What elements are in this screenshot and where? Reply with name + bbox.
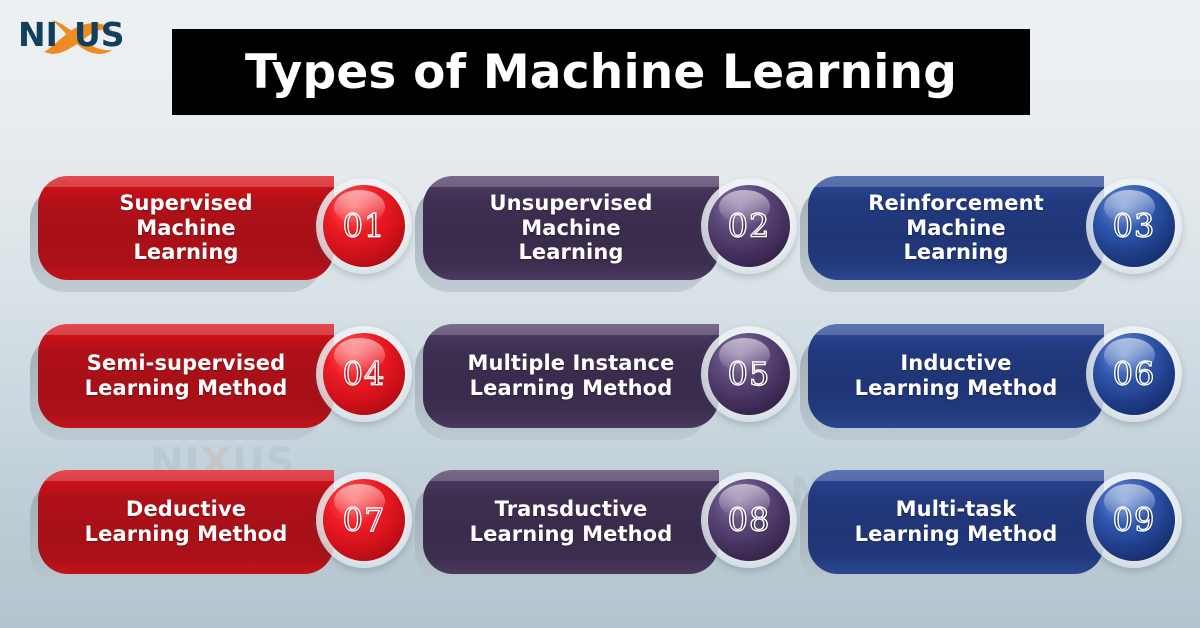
card-09[interactable]: Multi-task Learning Method 09 <box>800 466 1182 594</box>
badge-circle: 03 <box>1093 185 1175 267</box>
card-03[interactable]: Reinforcement Machine Learning 03 <box>800 172 1182 300</box>
badge-number: 05 <box>727 354 771 393</box>
card-body[interactable]: Multi-task Learning Method <box>808 470 1104 574</box>
badge-circle: 09 <box>1093 479 1175 561</box>
card-body[interactable]: Semi-supervised Learning Method <box>38 324 334 428</box>
card-number-badge[interactable]: 04 <box>316 326 412 422</box>
badge-number: 01 <box>342 206 386 245</box>
badge-number: 08 <box>727 500 771 539</box>
card-label: Inductive Learning Method <box>854 351 1058 400</box>
card-04[interactable]: Semi-supervised Learning Method 04 <box>30 320 412 448</box>
card-body[interactable]: Multiple Instance Learning Method <box>423 324 719 428</box>
infographic-canvas: NIXUS NIXUS NIXUS NIXUS NI US Types of M… <box>0 0 1200 628</box>
badge-circle: 06 <box>1093 333 1175 415</box>
badge-number: 03 <box>1112 206 1156 245</box>
card-body[interactable]: Deductive Learning Method <box>38 470 334 574</box>
cards-row: Semi-supervised Learning Method 04 Multi… <box>0 320 1200 448</box>
card-number-badge[interactable]: 01 <box>316 178 412 274</box>
card-label: Supervised Machine Learning <box>119 191 253 265</box>
card-body[interactable]: Transductive Learning Method <box>423 470 719 574</box>
svg-text:US: US <box>74 15 125 54</box>
card-label: Multiple Instance Learning Method <box>467 351 675 400</box>
badge-circle: 01 <box>323 185 405 267</box>
card-number-badge[interactable]: 02 <box>701 178 797 274</box>
card-number-badge[interactable]: 06 <box>1086 326 1182 422</box>
badge-circle: 08 <box>708 479 790 561</box>
cards-grid: Supervised Machine Learning 01 Unsupervi… <box>0 160 1200 608</box>
nixus-logo-icon: NI US <box>18 15 125 54</box>
badge-number: 09 <box>1112 500 1156 539</box>
badge-number: 04 <box>342 354 386 393</box>
card-08[interactable]: Transductive Learning Method 08 <box>415 466 797 594</box>
card-body[interactable]: Unsupervised Machine Learning <box>423 176 719 280</box>
card-number-badge[interactable]: 05 <box>701 326 797 422</box>
badge-number: 06 <box>1112 354 1156 393</box>
card-06[interactable]: Inductive Learning Method 06 <box>800 320 1182 448</box>
card-label: Transductive Learning Method <box>469 497 673 546</box>
card-body[interactable]: Inductive Learning Method <box>808 324 1104 428</box>
card-01[interactable]: Supervised Machine Learning 01 <box>30 172 412 300</box>
card-label: Semi-supervised Learning Method <box>84 351 288 400</box>
card-body[interactable]: Reinforcement Machine Learning <box>808 176 1104 280</box>
badge-circle: 04 <box>323 333 405 415</box>
cards-row: Deductive Learning Method 07 Transductiv… <box>0 466 1200 594</box>
card-number-badge[interactable]: 03 <box>1086 178 1182 274</box>
card-number-badge[interactable]: 09 <box>1086 472 1182 568</box>
card-number-badge[interactable]: 08 <box>701 472 797 568</box>
badge-circle: 02 <box>708 185 790 267</box>
card-02[interactable]: Unsupervised Machine Learning 02 <box>415 172 797 300</box>
cards-row: Supervised Machine Learning 01 Unsupervi… <box>0 172 1200 300</box>
card-label: Unsupervised Machine Learning <box>489 191 653 265</box>
svg-text:NI: NI <box>18 15 58 54</box>
nixus-logo: NI US <box>16 12 166 58</box>
card-label: Reinforcement Machine Learning <box>868 191 1044 265</box>
card-07[interactable]: Deductive Learning Method 07 <box>30 466 412 594</box>
card-05[interactable]: Multiple Instance Learning Method 05 <box>415 320 797 448</box>
card-label: Multi-task Learning Method <box>854 497 1058 546</box>
card-body[interactable]: Supervised Machine Learning <box>38 176 334 280</box>
card-number-badge[interactable]: 07 <box>316 472 412 568</box>
badge-circle: 07 <box>323 479 405 561</box>
title-bar: Types of Machine Learning <box>172 29 1030 115</box>
badge-number: 02 <box>727 206 771 245</box>
badge-circle: 05 <box>708 333 790 415</box>
badge-number: 07 <box>342 500 386 539</box>
page-title: Types of Machine Learning <box>244 44 958 100</box>
card-label: Deductive Learning Method <box>84 497 288 546</box>
